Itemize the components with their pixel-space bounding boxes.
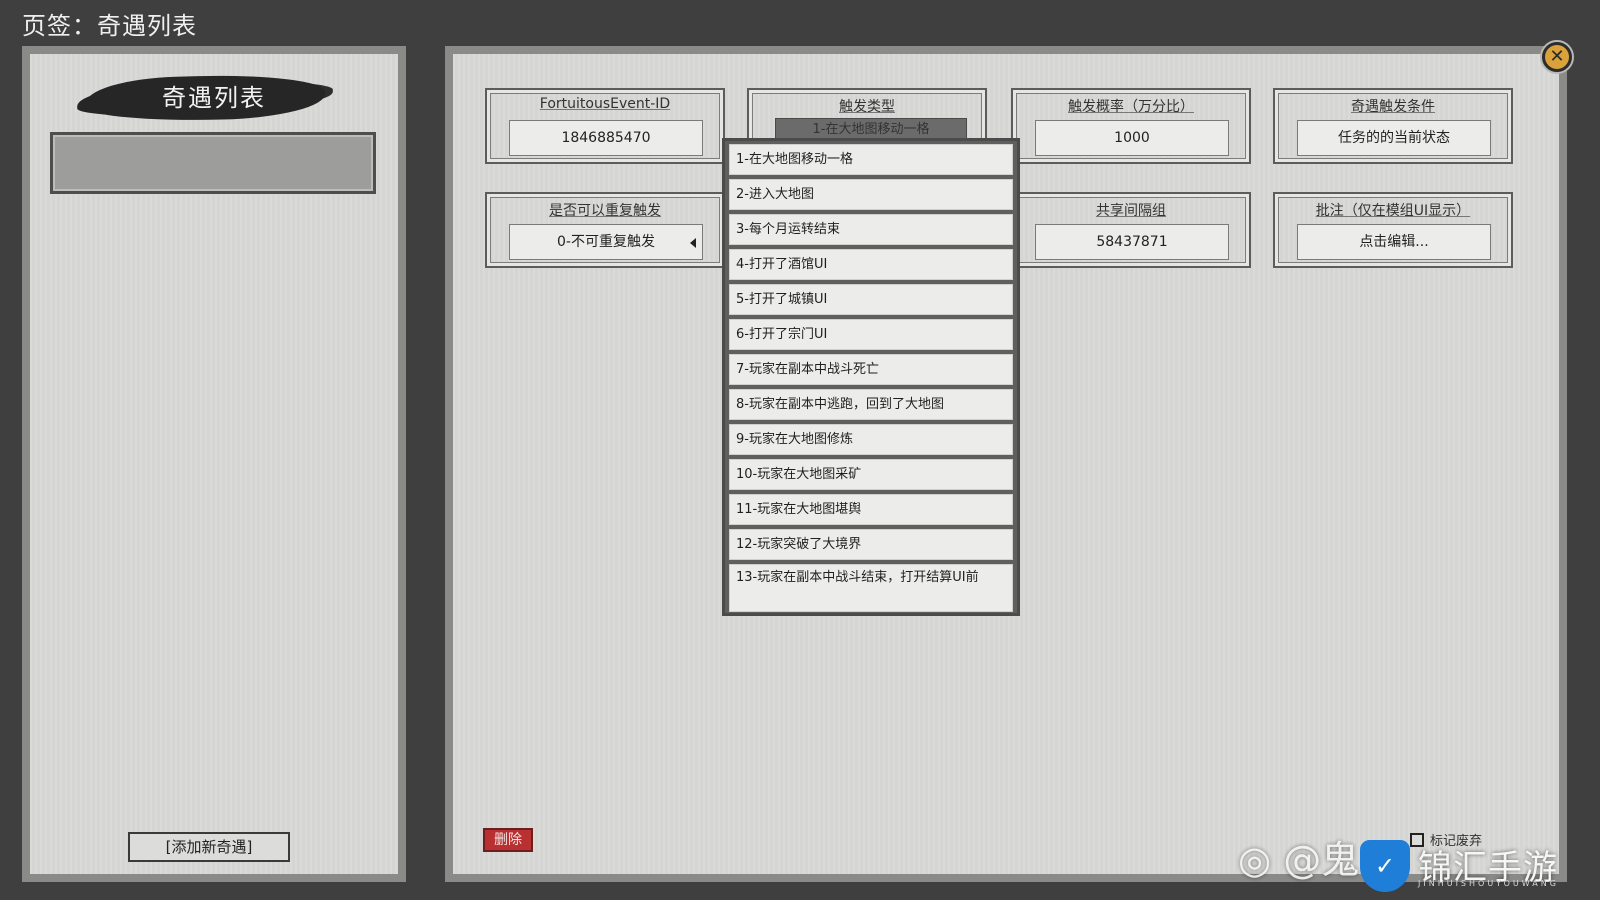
dropdown-option[interactable]: 7-玩家在副本中战斗死亡	[729, 354, 1013, 385]
delete-button[interactable]: 删除	[483, 828, 533, 852]
event-list-panel: 奇遇列表 [添加新奇遇]	[22, 46, 406, 882]
repeatable-card: 是否可以重复触发 0-不可重复触发	[485, 192, 725, 268]
weibo-icon: ◎	[1238, 838, 1272, 882]
note-card: 批注（仅在模组UI显示） 点击编辑...	[1273, 192, 1513, 268]
event-list-item-selected[interactable]	[50, 132, 376, 194]
dropdown-option[interactable]: 9-玩家在大地图修炼	[729, 424, 1013, 455]
watermark-handle: @鬼	[1283, 838, 1360, 882]
probability-field[interactable]: 1000	[1035, 120, 1229, 156]
note-edit-button[interactable]: 点击编辑...	[1297, 224, 1491, 260]
dropdown-option[interactable]: 3-每个月运转结束	[729, 214, 1013, 245]
dropdown-option[interactable]: 11-玩家在大地图堪舆	[729, 494, 1013, 525]
dropdown-option[interactable]: 5-打开了城镇UI	[729, 284, 1013, 315]
event-id-field[interactable]: 1846885470	[509, 120, 703, 156]
probability-card: 触发概率（万分比） 1000	[1011, 88, 1251, 164]
close-button[interactable]: ✕	[1540, 40, 1574, 74]
brand-watermark-sub: JINHUISHOUYOUWANG	[1418, 879, 1559, 888]
list-title: 奇遇列表	[162, 84, 266, 112]
repeatable-label: 是否可以重复触发	[549, 203, 661, 219]
add-event-button[interactable]: [添加新奇遇]	[128, 832, 290, 862]
dropdown-option[interactable]: 10-玩家在大地图采矿	[729, 459, 1013, 490]
brand-logo-icon: ✓	[1360, 840, 1410, 892]
page-title: 页签：奇遇列表	[22, 12, 197, 40]
repeatable-select[interactable]: 0-不可重复触发	[509, 224, 703, 260]
condition-card: 奇遇触发条件 任务的的当前状态	[1273, 88, 1513, 164]
condition-field[interactable]: 任务的的当前状态	[1297, 120, 1491, 156]
close-icon: ✕	[1545, 45, 1569, 69]
dropdown-option[interactable]: 6-打开了宗门UI	[729, 319, 1013, 350]
condition-label: 奇遇触发条件	[1351, 99, 1435, 115]
dropdown-option[interactable]: 12-玩家突破了大境界	[729, 529, 1013, 560]
weibo-watermark: ◎ @鬼	[1238, 836, 1359, 884]
probability-label: 触发概率（万分比）	[1068, 99, 1194, 115]
share-group-label: 共享间隔组	[1096, 203, 1166, 219]
dropdown-option[interactable]: 13-玩家在副本中战斗结束，打开结算UI前	[729, 564, 1013, 612]
dropdown-option[interactable]: 1-在大地图移动一格	[729, 144, 1013, 175]
share-group-field[interactable]: 58437871	[1035, 224, 1229, 260]
event-id-card: FortuitousEvent-ID 1846885470	[485, 88, 725, 164]
trigger-type-dropdown: 1-在大地图移动一格 2-进入大地图 3-每个月运转结束 4-打开了酒馆UI 5…	[722, 138, 1020, 616]
dropdown-option[interactable]: 8-玩家在副本中逃跑，回到了大地图	[729, 389, 1013, 420]
trigger-type-label: 触发类型	[839, 99, 895, 115]
caret-left-icon	[690, 238, 696, 248]
event-id-label: FortuitousEvent-ID	[539, 96, 671, 112]
repeatable-value: 0-不可重复触发	[557, 234, 655, 250]
note-label: 批注（仅在模组UI显示）	[1315, 203, 1471, 219]
share-group-card: 共享间隔组 58437871	[1011, 192, 1251, 268]
dropdown-option[interactable]: 4-打开了酒馆UI	[729, 249, 1013, 280]
dropdown-option[interactable]: 2-进入大地图	[729, 179, 1013, 210]
